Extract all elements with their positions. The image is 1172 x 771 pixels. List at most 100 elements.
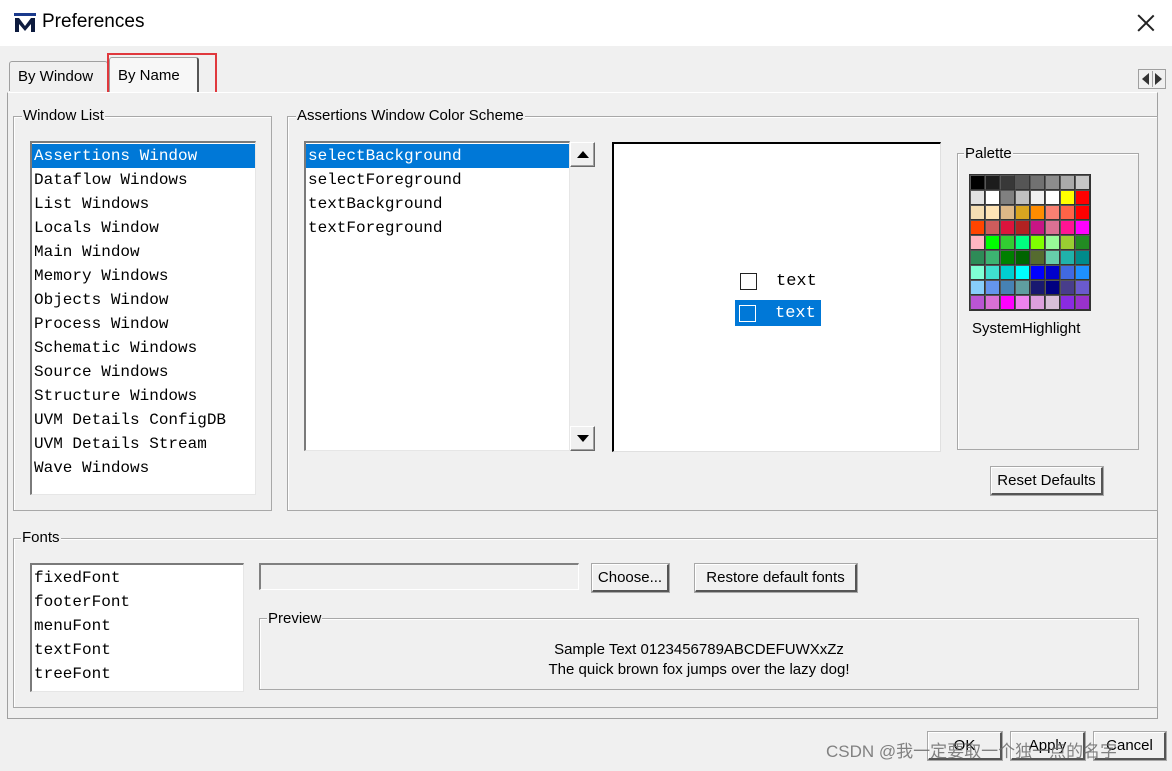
palette-swatch[interactable] [1075, 265, 1090, 280]
palette-swatch[interactable] [1075, 250, 1090, 265]
palette-swatch[interactable] [1045, 175, 1060, 190]
palette-swatch[interactable] [1015, 295, 1030, 310]
palette-swatch[interactable] [970, 250, 985, 265]
window-list-item[interactable]: UVM Details ConfigDB [32, 408, 255, 432]
palette-swatch[interactable] [985, 205, 1000, 220]
palette-swatch[interactable] [1045, 265, 1060, 280]
palette-swatch[interactable] [1060, 250, 1075, 265]
palette-swatch[interactable] [1015, 250, 1030, 265]
arrow-right-icon[interactable] [1155, 73, 1162, 85]
palette-swatch[interactable] [1030, 265, 1045, 280]
reset-defaults-button[interactable]: Reset Defaults [991, 467, 1103, 495]
palette-swatch[interactable] [1030, 250, 1045, 265]
palette-swatch[interactable] [1045, 235, 1060, 250]
palette-swatch[interactable] [1075, 175, 1090, 190]
palette-swatch[interactable] [1015, 280, 1030, 295]
palette-swatch[interactable] [985, 295, 1000, 310]
palette-swatch[interactable] [1060, 265, 1075, 280]
palette-swatch[interactable] [970, 175, 985, 190]
palette-swatch[interactable] [1045, 220, 1060, 235]
tab-by-window[interactable]: By Window [9, 61, 108, 91]
palette-swatch[interactable] [1000, 280, 1015, 295]
palette-swatch[interactable] [1060, 220, 1075, 235]
palette-swatch[interactable] [1060, 235, 1075, 250]
palette-swatch[interactable] [985, 280, 1000, 295]
palette-swatch[interactable] [985, 235, 1000, 250]
palette-swatch[interactable] [1015, 265, 1030, 280]
palette-swatch[interactable] [1000, 235, 1015, 250]
palette-swatch[interactable] [1000, 190, 1015, 205]
color-attribute-item[interactable]: selectBackground [306, 144, 569, 168]
palette-swatch[interactable] [1060, 190, 1075, 205]
window-list-item[interactable]: Dataflow Windows [32, 168, 255, 192]
palette-swatch[interactable] [1030, 205, 1045, 220]
palette-swatch[interactable] [1075, 295, 1090, 310]
window-list-item[interactable]: Process Window [32, 312, 255, 336]
palette-swatch[interactable] [985, 190, 1000, 205]
palette-swatch[interactable] [1075, 205, 1090, 220]
palette-swatch[interactable] [1030, 235, 1045, 250]
palette-swatch[interactable] [1000, 265, 1015, 280]
palette-swatch[interactable] [985, 175, 1000, 190]
window-list-item[interactable]: Memory Windows [32, 264, 255, 288]
font-list[interactable]: fixedFont footerFont menuFont textFont treeF… [30, 563, 244, 692]
window-list-item[interactable]: UVM Details Stream [32, 432, 255, 456]
window-list-item[interactable]: Wave Windows [32, 456, 255, 480]
palette-swatch[interactable] [1030, 175, 1045, 190]
window-list-item[interactable]: List Windows [32, 192, 255, 216]
window-list-item[interactable]: Structure Windows [32, 384, 255, 408]
palette-swatch[interactable] [1015, 205, 1030, 220]
window-list-item[interactable]: Main Window [32, 240, 255, 264]
palette-swatch[interactable] [970, 295, 985, 310]
color-attribute-item[interactable]: selectForeground [306, 168, 569, 192]
palette-swatch[interactable] [985, 220, 1000, 235]
font-list-item[interactable]: menuFont [32, 614, 243, 638]
palette-swatch[interactable] [1075, 280, 1090, 295]
scroll-up-button[interactable] [570, 142, 595, 167]
palette-swatch[interactable] [985, 265, 1000, 280]
palette-swatch[interactable] [1015, 235, 1030, 250]
palette-swatch[interactable] [1030, 190, 1045, 205]
palette-swatch[interactable] [970, 220, 985, 235]
palette-swatch[interactable] [1075, 235, 1090, 250]
palette-swatch[interactable] [1075, 220, 1090, 235]
palette-swatch[interactable] [1030, 280, 1045, 295]
color-attribute-item[interactable]: textBackground [306, 192, 569, 216]
palette-swatch[interactable] [970, 235, 985, 250]
tab-scroll-arrows[interactable] [1138, 69, 1166, 89]
choose-font-button[interactable]: Choose... [592, 564, 669, 592]
palette-swatch[interactable] [970, 190, 985, 205]
palette-swatch[interactable] [1045, 280, 1060, 295]
color-attribute-item[interactable]: textForeground [306, 216, 569, 240]
palette-swatch[interactable] [1060, 280, 1075, 295]
palette-swatch[interactable] [1000, 295, 1015, 310]
palette-swatch[interactable] [1060, 175, 1075, 190]
font-list-item[interactable]: treeFont [32, 662, 243, 686]
window-list-item[interactable]: Assertions Window [32, 144, 255, 168]
close-icon[interactable] [1133, 10, 1159, 36]
font-list-item[interactable]: fixedFont [32, 566, 243, 590]
palette-swatch[interactable] [1015, 220, 1030, 235]
palette-swatch[interactable] [1030, 220, 1045, 235]
palette-swatch[interactable] [1000, 175, 1015, 190]
palette-swatch[interactable] [1060, 295, 1075, 310]
palette-swatch[interactable] [970, 280, 985, 295]
palette-swatch[interactable] [1015, 175, 1030, 190]
palette-swatch[interactable] [970, 265, 985, 280]
window-list-item[interactable]: Locals Window [32, 216, 255, 240]
color-attribute-list[interactable]: selectBackground selectForeground textBack… [304, 141, 570, 451]
window-list-item[interactable]: Objects Window [32, 288, 255, 312]
palette-swatch[interactable] [1000, 250, 1015, 265]
palette-swatch[interactable] [1045, 295, 1060, 310]
window-list-item[interactable]: Schematic Windows [32, 336, 255, 360]
palette-swatch[interactable] [1045, 190, 1060, 205]
palette-swatch[interactable] [1075, 190, 1090, 205]
palette-swatch[interactable] [970, 205, 985, 220]
palette-swatch[interactable] [1000, 205, 1015, 220]
font-name-field[interactable] [259, 563, 579, 590]
restore-default-fonts-button[interactable]: Restore default fonts [695, 564, 857, 592]
window-list[interactable]: Assertions Window Dataflow Windows List Wi… [30, 141, 256, 495]
palette-swatch[interactable] [1045, 250, 1060, 265]
font-list-item[interactable]: footerFont [32, 590, 243, 614]
window-list-item[interactable]: Source Windows [32, 360, 255, 384]
